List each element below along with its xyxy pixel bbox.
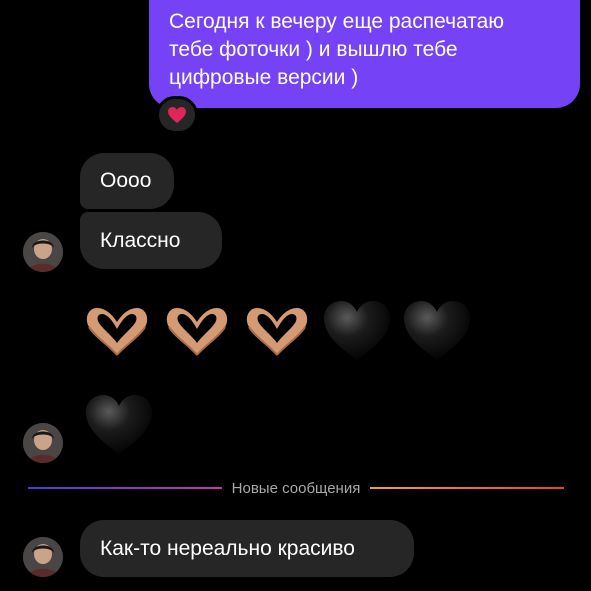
black-heart-emoji xyxy=(320,296,394,366)
avatar[interactable] xyxy=(23,537,63,577)
divider-line xyxy=(28,487,222,489)
avatar[interactable] xyxy=(23,423,63,463)
new-messages-divider: Новые сообщения xyxy=(28,478,564,498)
heart-hands-icon xyxy=(246,308,308,356)
heart-hands-icon xyxy=(86,308,148,356)
incoming-message-bubble[interactable]: Оооо xyxy=(80,153,174,209)
message-line: Сегодня к вечеру еще распечатаю xyxy=(169,10,505,33)
heart-hands-emoji xyxy=(160,296,234,366)
heart-hands-emoji xyxy=(80,296,154,366)
emoji-message[interactable] xyxy=(80,296,474,366)
incoming-message-bubble[interactable]: Как-то нереально красиво xyxy=(80,520,414,577)
message-line: тебе фоточки ) и вышлю тебе xyxy=(169,38,458,61)
message-text: Как-то нереально красиво xyxy=(100,536,355,560)
avatar[interactable] xyxy=(23,232,63,272)
avatar-photo xyxy=(23,232,63,272)
new-messages-label: Новые сообщения xyxy=(231,479,361,497)
avatar-photo xyxy=(23,423,63,463)
black-heart-icon xyxy=(404,301,470,360)
heart-hands-icon xyxy=(166,308,228,356)
message-text: Оооо xyxy=(100,169,152,192)
black-heart-emoji xyxy=(400,296,474,366)
outgoing-message-bubble[interactable]: Сегодня к вечеру еще распечатаю тебе фот… xyxy=(149,0,580,108)
black-heart-icon xyxy=(86,395,152,454)
heart-reaction-badge[interactable] xyxy=(156,96,198,134)
divider-line xyxy=(370,487,564,489)
message-line: цифровые версии ) xyxy=(169,66,359,89)
black-heart-icon xyxy=(324,301,390,360)
red-heart-icon xyxy=(168,107,186,123)
avatar-photo xyxy=(23,537,63,577)
message-text: Классно xyxy=(100,228,181,252)
heart-hands-emoji xyxy=(240,296,314,366)
black-heart-emoji[interactable] xyxy=(82,390,156,460)
incoming-message-bubble[interactable]: Классно xyxy=(80,212,222,269)
